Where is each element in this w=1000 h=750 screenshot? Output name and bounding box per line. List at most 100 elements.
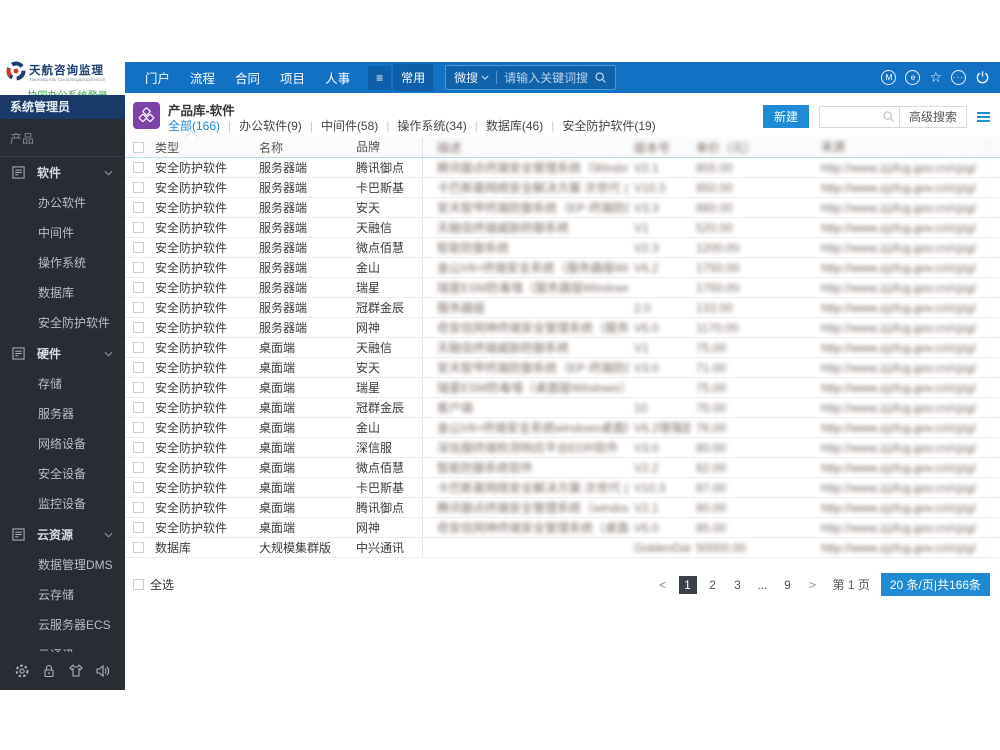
sidebar-item-3-3[interactable]: 云服务器ECS <box>0 610 125 640</box>
sidebar-group-1[interactable]: 软件 <box>0 157 125 188</box>
favorite-star-icon[interactable]: ☆ <box>929 70 942 85</box>
advanced-search-button[interactable]: 高级搜索 <box>898 106 966 127</box>
table-row[interactable]: 安全防护软件 服务器端 网神奇安信网神终端安全管理系统（服务器版） V6.0 1170.… <box>125 318 1000 338</box>
table-row[interactable]: 安全防护软件 桌面端 瑞星瑞星ESM防毒墙（桌面版Windows）企业 75.00 ht… <box>125 378 1000 398</box>
tab-5[interactable]: 数据库(46) <box>486 117 543 134</box>
table-row[interactable]: 安全防护软件 服务器端 天融信 天融信终端威胁防御系统 V1 520.00 http://w… <box>125 218 1000 238</box>
sidebar-item-2-4[interactable]: 安全设备 <box>0 459 125 489</box>
page-button-9[interactable]: 9 <box>779 576 797 594</box>
sidebar-item-2-2[interactable]: 服务器 <box>0 399 125 429</box>
nav-item-4[interactable]: 项目 <box>280 68 305 87</box>
more-icon[interactable]: ··· <box>951 70 966 85</box>
row-checkbox[interactable] <box>133 282 144 293</box>
row-checkbox[interactable] <box>133 402 144 413</box>
cell-c1: 桌面端 <box>259 361 296 375</box>
menu-grid-icon[interactable]: ≡ <box>368 65 392 90</box>
row-checkbox[interactable] <box>133 222 144 233</box>
row-checkbox[interactable] <box>133 522 144 533</box>
row-checkbox[interactable] <box>133 342 144 353</box>
page-button-3[interactable]: 3 <box>729 576 747 594</box>
table-row[interactable]: 安全防护软件 服务器端 腾讯御点腾讯御点终端安全管理系统（Windows版） V2.1… <box>125 158 1000 178</box>
row-checkbox[interactable] <box>133 542 144 553</box>
sidebar-item-1-5[interactable]: 安全防护软件 <box>0 308 125 338</box>
search-placeholder[interactable]: 请输入关键词搜 <box>504 69 588 86</box>
table-row[interactable]: 安全防护软件 服务器端 微点佰慧 智能防御系统 V2.3 1200.00 http://ww… <box>125 238 1000 258</box>
tab-4[interactable]: 操作系统(34) <box>397 117 466 134</box>
select-all-checkbox[interactable] <box>133 579 144 590</box>
row-checkbox[interactable] <box>133 382 144 393</box>
row-checkbox[interactable] <box>133 182 144 193</box>
row-checkbox[interactable] <box>133 462 144 473</box>
global-search-box[interactable]: 微搜 请输入关键词搜 <box>445 65 617 90</box>
sidebar-item-2-5[interactable]: 监控设备 <box>0 489 125 519</box>
tab-6[interactable]: 安全防护软件(19) <box>562 117 655 134</box>
search-icon[interactable] <box>594 71 607 84</box>
sidebar-item-1-4[interactable]: 数据库 <box>0 278 125 308</box>
table-row[interactable]: 安全防护软件 桌面端 安天 安天智甲终端防御系统（EP·终端防护） V3.0 71.00 h… <box>125 358 1000 378</box>
sidebar-item-3-2[interactable]: 云存储 <box>0 580 125 610</box>
sidebar-item-2-3[interactable]: 网络设备 <box>0 429 125 459</box>
cell-c1: 桌面端 <box>259 481 296 495</box>
table-row[interactable]: 安全防护软件 服务器端 卡巴斯基卡巴斯基网络安全解决方案 次世代 企业… V10.3 8… <box>125 178 1000 198</box>
row-checkbox[interactable] <box>133 302 144 313</box>
page-button-2[interactable]: 2 <box>704 576 722 594</box>
sidebar-item-1-1[interactable]: 办公软件 <box>0 188 125 218</box>
message-icon[interactable]: e <box>905 70 921 85</box>
sidebar-group-2[interactable]: 硬件 <box>0 338 125 369</box>
search-scope-label[interactable]: 微搜 <box>454 69 478 86</box>
row-checkbox[interactable] <box>133 482 144 493</box>
power-icon[interactable] <box>975 70 990 85</box>
table-row[interactable]: 安全防护软件 服务器端 瑞星瑞星ESM防毒墙（服务器版Windows）企业 1750.… <box>125 278 1000 298</box>
sidebar-item-3-1[interactable]: 数据管理DMS <box>0 550 125 580</box>
sidebar-item-2-1[interactable]: 存储 <box>0 369 125 399</box>
tab-2[interactable]: 办公软件(9) <box>239 117 302 134</box>
sidebar-item-1-3[interactable]: 操作系统 <box>0 248 125 278</box>
row-checkbox[interactable] <box>133 362 144 373</box>
new-button[interactable]: 新建 <box>762 105 809 128</box>
table-row[interactable]: 安全防护软件 桌面端 冠群金辰 客户端 10 75.00 http://www.zjzfcg… <box>125 398 1000 418</box>
table-search-input[interactable] <box>819 107 878 126</box>
search-icon[interactable] <box>882 110 895 123</box>
pagination: < 1 2 3... 9 > 第 1 页 20 条/页|共166条 <box>654 573 990 596</box>
sidebar-group-3[interactable]: 云资源 <box>0 519 125 550</box>
theme-shirt-icon[interactable] <box>68 663 84 679</box>
row-checkbox[interactable] <box>133 322 144 333</box>
page-size-button[interactable]: 20 条/页|共166条 <box>880 573 990 596</box>
row-checkbox[interactable] <box>133 202 144 213</box>
table-row[interactable]: 数据库 大规模集群版 中兴通讯 GoldenData s… 50000.00 http:/… <box>125 538 1000 558</box>
tab-1[interactable]: 全部(166) <box>168 117 220 134</box>
sidebar-item-1-2[interactable]: 中间件 <box>0 218 125 248</box>
table-row[interactable]: 安全防护软件 服务器端 金山金山V8+终端安全系统（服务器版Windows）企业版 V… <box>125 258 1000 278</box>
table-row[interactable]: 安全防护软件 桌面端 金山 金山V8+终端安全系统windows桌面版 V6.2增强版 7… <box>125 418 1000 438</box>
header-checkbox[interactable] <box>133 141 144 153</box>
row-checkbox[interactable] <box>133 262 144 273</box>
row-checkbox[interactable] <box>133 242 144 253</box>
table-row[interactable]: 安全防护软件 服务器端 冠群金辰 服务器版 2.0 133.00 http://www.zj… <box>125 298 1000 318</box>
row-checkbox[interactable] <box>133 502 144 513</box>
settings-gear-icon[interactable] <box>14 663 30 679</box>
speaker-icon[interactable] <box>95 663 111 679</box>
table-row[interactable]: 安全防护软件 桌面端 网神奇安信网神终端安全管理系统（桌面版） V6.0 85.00 ht… <box>125 518 1000 538</box>
table-row[interactable]: 安全防护软件 桌面端 卡巴斯基卡巴斯基网络安全解决方案 次世代 企业版 - KSC…… <box>125 478 1000 498</box>
pinned-tab-common[interactable]: 常用 <box>393 64 434 91</box>
row-checkbox[interactable] <box>133 442 144 453</box>
nav-item-2[interactable]: 流程 <box>190 68 215 87</box>
next-page-button[interactable]: > <box>804 576 822 594</box>
tab-3[interactable]: 中间件(58) <box>321 117 378 134</box>
lock-icon[interactable] <box>41 663 57 679</box>
table-row[interactable]: 安全防护软件 桌面端 深信服 深信服终端检测响应平台EDR软件 V3.0 80.00 htt… <box>125 438 1000 458</box>
page-button-1[interactable]: 1 <box>678 575 697 594</box>
table-row[interactable]: 安全防护软件 桌面端 天融信 天融信终端威胁防御系统 V1 75.00 http://www… <box>125 338 1000 358</box>
nav-item-1[interactable]: 门户 <box>145 68 170 87</box>
nav-item-3[interactable]: 合同 <box>235 68 260 87</box>
table-row[interactable]: 安全防护软件 桌面端 腾讯御点腾讯御点终端安全管理系统（windows版）V2.0增… <box>125 498 1000 518</box>
table-row[interactable]: 安全防护软件 服务器端 安天 安天智甲终端防御系统（EP·终端防护） V3.3 880.0… <box>125 198 1000 218</box>
list-view-icon[interactable] <box>977 111 990 122</box>
row-checkbox[interactable] <box>133 422 144 433</box>
row-checkbox[interactable] <box>133 162 144 173</box>
nav-item-5[interactable]: 人事 <box>325 68 350 87</box>
m-badge-icon[interactable]: M <box>881 70 897 85</box>
cell-c5: 133.00 <box>696 300 733 315</box>
table-row[interactable]: 安全防护软件 桌面端 微点佰慧 智能防御系统软件 V2.2 82.00 http://www… <box>125 458 1000 478</box>
prev-page-button[interactable]: < <box>654 576 672 594</box>
